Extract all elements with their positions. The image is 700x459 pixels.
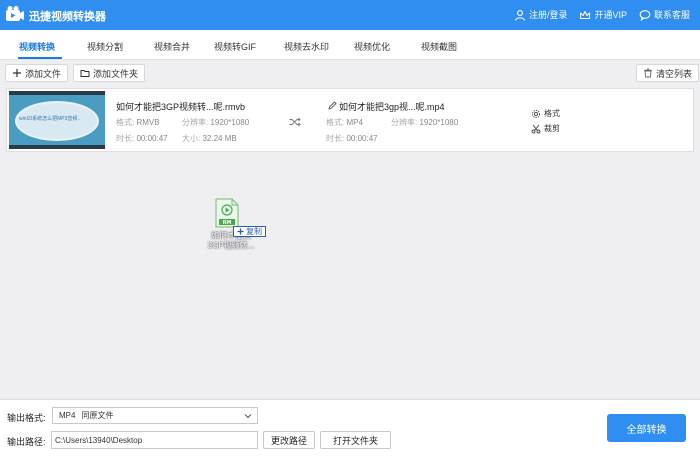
add-file-label: 添加文件 [25, 68, 62, 79]
add-folder-button[interactable]: 添加文件夹 [73, 64, 146, 82]
source-duration: 00:00:47 [136, 134, 168, 143]
file-item-card[interactable]: win10系统怎么把MP3音频.. 如何才能把3GP视频转...呢.rmvb 格… [6, 88, 694, 152]
login-button[interactable]: 注册/登录 [514, 8, 568, 21]
file-type-tag: RM [223, 220, 232, 226]
tab-video-convert[interactable]: 视频转换 [19, 40, 55, 53]
vip-button[interactable]: 开通VIP [579, 8, 627, 21]
target-duration-label: 时长: [326, 134, 345, 143]
output-format-label: 输出格式: [7, 413, 46, 423]
app-logo-icon [6, 6, 24, 21]
target-resolution: 1920*1080 [419, 118, 459, 127]
output-format-quality: 同原文件 [81, 411, 114, 420]
support-button[interactable]: 联系客服 [639, 8, 690, 21]
add-folder-label: 添加文件夹 [93, 68, 139, 79]
plus-icon [13, 69, 21, 77]
source-duration-label: 时长: [116, 134, 135, 143]
video-thumbnail[interactable]: win10系统怎么把MP3音频.. [9, 91, 105, 149]
tab-video-to-gif[interactable]: 视频转GIF [214, 40, 256, 53]
cut-button[interactable]: 裁剪 [531, 123, 560, 134]
source-format-label: 格式: [116, 118, 135, 127]
tab-video-screenshot[interactable]: 视频截图 [421, 40, 457, 53]
change-path-button[interactable]: 更改路径 [263, 431, 315, 449]
tab-bar: 视频转换 视频分割 视频合并 视频转GIF 视频去水印 视频优化 视频截图 [0, 30, 700, 60]
output-format-select[interactable]: MP4 同原文件 [52, 407, 258, 424]
add-file-button[interactable]: 添加文件 [5, 64, 69, 82]
login-label: 注册/登录 [528, 10, 568, 20]
user-icon [514, 9, 525, 21]
target-format: MP4 [346, 118, 363, 127]
tab-remove-watermark[interactable]: 视频去水印 [284, 40, 329, 53]
source-resolution: 1920*1080 [210, 118, 250, 127]
convert-arrow-icon [289, 117, 301, 127]
convert-all-button[interactable]: 全部转换 [607, 414, 686, 442]
output-path-label: 输出路径: [7, 437, 46, 447]
crown-icon [580, 10, 591, 19]
target-format-label: 格式: [326, 118, 345, 127]
tab-video-optimize[interactable]: 视频优化 [354, 40, 390, 53]
format-settings-label: 格式 [544, 109, 560, 118]
output-path-field[interactable]: C:\Users\13940\Desktop [51, 431, 258, 449]
target-file-name[interactable]: 如何才能把3gp视...呢.mp4 [339, 100, 445, 113]
source-format: RMVB [136, 118, 160, 127]
tab-video-merge[interactable]: 视频合并 [154, 40, 190, 53]
toolbar: 添加文件 添加文件夹 清空列表 [0, 61, 700, 85]
copy-drop-indicator: 复制 [233, 226, 266, 237]
plus-icon [237, 228, 244, 235]
target-duration: 00:00:47 [346, 134, 378, 143]
title-bar: 迅捷视频转换器 注册/登录 开通VIP 联系客服 [0, 0, 700, 30]
source-file-name: 如何才能把3GP视频转...呢.rmvb [116, 102, 246, 112]
chevron-down-icon [244, 414, 252, 419]
clear-list-button[interactable]: 清空列表 [636, 64, 700, 82]
source-resolution-label: 分辨率: [182, 118, 209, 127]
cut-label: 裁剪 [544, 124, 560, 133]
app-title: 迅捷视频转换器 [29, 11, 106, 23]
output-format-value: MP4 [59, 411, 76, 420]
copy-label: 复制 [246, 227, 262, 236]
active-tab-indicator [18, 57, 62, 59]
thumbnail-caption: win10系统怎么把MP3音频.. [19, 116, 81, 122]
output-settings-bar: 输出格式: MP4 同原文件 输出路径: C:\Users\13940\Desk… [0, 399, 700, 459]
source-size-label: 大小: [182, 134, 201, 143]
target-resolution-label: 分辨率: [391, 118, 418, 127]
video-file-icon: RM [215, 198, 239, 228]
gear-icon [531, 109, 541, 118]
chat-icon [639, 9, 651, 21]
open-folder-button[interactable]: 打开文件夹 [320, 431, 391, 449]
clear-list-label: 清空列表 [656, 68, 693, 79]
trash-icon [644, 68, 652, 78]
format-settings-button[interactable]: 格式 [531, 108, 560, 119]
tab-video-split[interactable]: 视频分割 [87, 40, 123, 53]
scissors-icon [531, 124, 541, 133]
support-label: 联系客服 [653, 10, 690, 20]
source-size: 32.24 MB [202, 134, 237, 143]
rename-pencil-icon[interactable] [328, 101, 337, 110]
folder-icon [80, 70, 90, 77]
vip-label: 开通VIP [594, 10, 627, 20]
